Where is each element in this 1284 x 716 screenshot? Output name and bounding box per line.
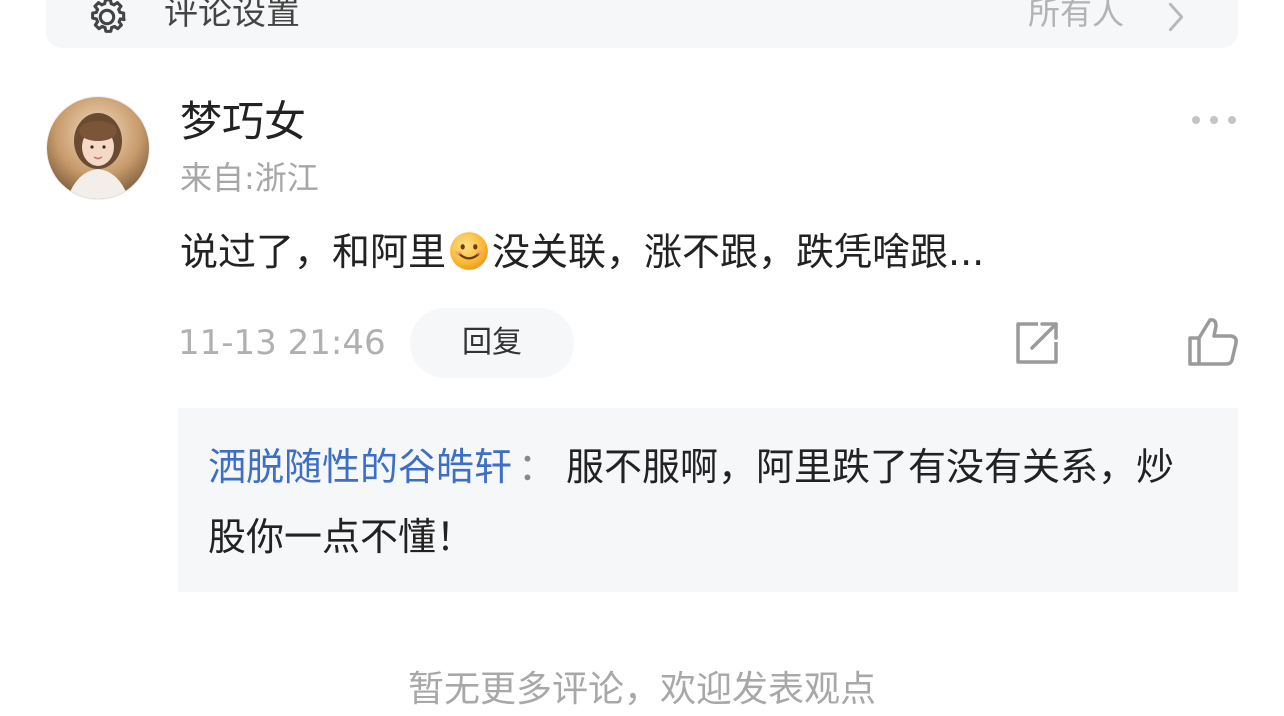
more-dots-icon[interactable] bbox=[1188, 110, 1240, 130]
reply-button[interactable]: 回复 bbox=[410, 308, 574, 378]
gear-icon bbox=[91, 0, 126, 33]
comment-text-part1: 说过了，和阿里 bbox=[180, 230, 447, 274]
reply-box[interactable]: 洒脱随性的谷皓轩：服不服啊，阿里跌了有没有关系，炒股你一点不懂！ bbox=[178, 408, 1238, 592]
no-more-comments-text: 暂无更多评论，欢迎发表观点 bbox=[407, 669, 876, 710]
smile-emoji-icon bbox=[450, 232, 488, 270]
reply-separator: ： bbox=[518, 445, 557, 489]
comment-settings-bar[interactable]: 评论设置 所有人 bbox=[46, 0, 1238, 48]
comment-settings-label: 评论设置 bbox=[164, 0, 300, 33]
comment-timestamp: 11-13 21:46 bbox=[178, 323, 386, 363]
comment-author-location: 来自:浙江 bbox=[180, 159, 319, 197]
avatar-image bbox=[47, 97, 149, 199]
comment-settings-value: 所有人 bbox=[1027, 0, 1124, 32]
reply-username[interactable]: 洒脱随性的谷皓轩 bbox=[208, 445, 512, 489]
thumbs-up-icon[interactable] bbox=[1186, 316, 1240, 368]
chevron-right-icon bbox=[1168, 2, 1184, 32]
avatar[interactable] bbox=[46, 96, 150, 200]
comment-author-name[interactable]: 梦巧女 bbox=[180, 96, 306, 148]
share-icon[interactable] bbox=[1012, 318, 1062, 368]
comment-text: 说过了，和阿里 没关联，涨不跟，跌凭啥跟... bbox=[180, 224, 984, 280]
comment-text-part2: 没关联，涨不跟，跌凭啥跟... bbox=[492, 230, 985, 274]
reply-text: 洒脱随性的谷皓轩：服不服啊，阿里跌了有没有关系，炒股你一点不懂！ bbox=[208, 432, 1208, 572]
